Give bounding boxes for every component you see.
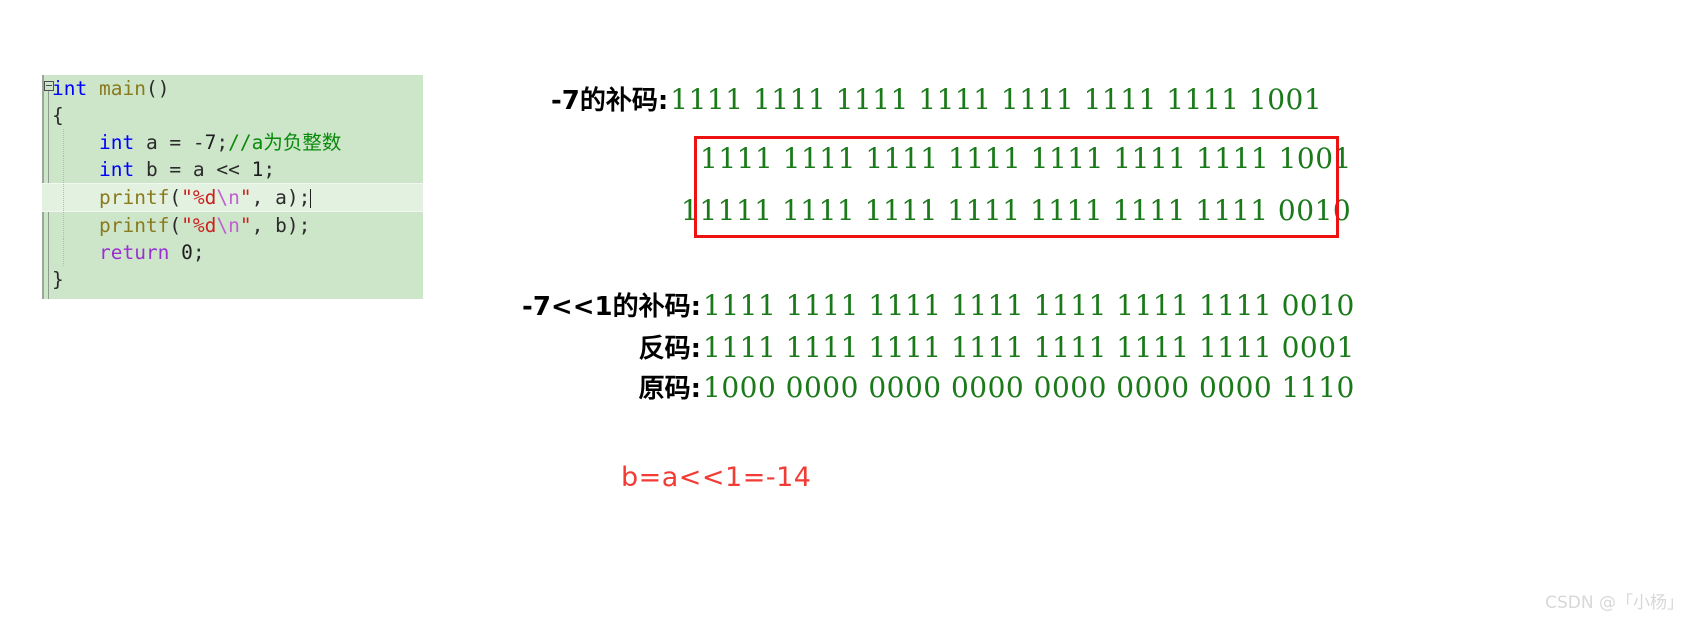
code-token-pun: () [145, 77, 170, 100]
row-label-inverse-code: 反码: [638, 334, 701, 364]
code-token-pun [52, 241, 99, 264]
code-token-pun [87, 77, 99, 100]
code-editor-block[interactable]: int main(){ int a = -7;//a为负整数 int b = a… [42, 75, 423, 299]
code-lines: int main(){ int a = -7;//a为负整数 int b = a… [42, 75, 423, 293]
code-token-fn: main [98, 77, 146, 100]
indent-guide [63, 129, 64, 156]
line-printf-a[interactable]: printf("%d\n", a); [42, 183, 423, 212]
code-token-fn: printf [98, 186, 170, 209]
shift-highlight-box [694, 136, 1339, 238]
row-digits-shift-complement: 1111 1111 1111 1111 1111 1111 1111 0010 [703, 289, 1355, 322]
code-token-pun: ( [169, 214, 182, 237]
code-token-str: " [239, 214, 252, 237]
line-main[interactable]: int main() [42, 75, 423, 102]
result-equation: b=a<<1=-14 [621, 462, 812, 493]
code-token-pun: ; [192, 241, 205, 264]
code-token-ret: return [98, 241, 170, 264]
code-token-str: " [239, 186, 252, 209]
code-token-kw: int [98, 158, 135, 181]
code-token-kw: int [52, 77, 88, 100]
code-token-pun: } [52, 268, 64, 291]
code-token-pun [52, 214, 99, 237]
code-token-fn: printf [98, 214, 170, 237]
code-token-pun: , a); [251, 186, 311, 209]
code-token-pun: ( [169, 186, 182, 209]
row-label-original-code: 原码: [638, 374, 701, 404]
code-token-cmt: //a为负整数 [228, 131, 342, 154]
binary-row-shift-complement: -7<<1的补码:1111 1111 1111 1111 1111 1111 1… [489, 289, 1355, 324]
code-token-pun: a = - [134, 131, 205, 154]
line-a[interactable]: int a = -7;//a为负整数 [42, 129, 423, 156]
line-b[interactable]: int b = a << 1; [42, 156, 423, 183]
binary-row-complement-of-minus7: -7的补码:1111 1111 1111 1111 1111 1111 1111… [551, 83, 1322, 118]
binary-row-inverse-code: 反码:1111 1111 1111 1111 1111 1111 1111 00… [604, 331, 1355, 366]
text-cursor [310, 189, 312, 208]
code-token-num: 0 [181, 241, 193, 264]
indent-guide [63, 239, 64, 266]
row-digits-inverse-code: 1111 1111 1111 1111 1111 1111 1111 0001 [703, 331, 1355, 364]
indent-guide [63, 212, 64, 239]
row-label-shift-complement: -7<<1的补码: [522, 292, 701, 322]
line-close[interactable]: } [42, 266, 423, 293]
code-token-esc: \n [216, 186, 240, 209]
row-digits-complement: 1111 1111 1111 1111 1111 1111 1111 1001 [670, 83, 1323, 116]
code-token-pun [169, 241, 181, 264]
row-digits-original-code: 1000 0000 0000 0000 0000 0000 0000 1110 [703, 371, 1355, 404]
code-token-esc: \n [216, 214, 240, 237]
code-token-num: 1 [251, 158, 264, 181]
code-token-pun: ; [216, 131, 229, 154]
code-token-pun: , b); [251, 214, 311, 237]
code-token-pun [52, 131, 99, 154]
code-token-pun: ; [263, 158, 276, 181]
code-token-kw: int [98, 131, 135, 154]
code-token-pun [52, 158, 99, 181]
code-token-str: "%d [181, 186, 217, 209]
code-token-pun [52, 186, 99, 209]
line-open[interactable]: { [42, 102, 423, 129]
binary-row-original-code: 原码:1000 0000 0000 0000 0000 0000 0000 11… [604, 371, 1355, 406]
code-token-pun: b = a << [134, 158, 252, 181]
indent-guide [63, 156, 64, 183]
code-token-num: 7 [204, 131, 217, 154]
csdn-watermark: CSDN @「小杨」 [1545, 593, 1684, 613]
code-token-pun: { [52, 104, 64, 127]
code-token-str: "%d [181, 214, 217, 237]
line-return[interactable]: return 0; [42, 239, 423, 266]
row-label-complement: -7的补码: [551, 86, 669, 116]
line-printf-b[interactable]: printf("%d\n", b); [42, 212, 423, 239]
indent-guide [63, 184, 64, 211]
